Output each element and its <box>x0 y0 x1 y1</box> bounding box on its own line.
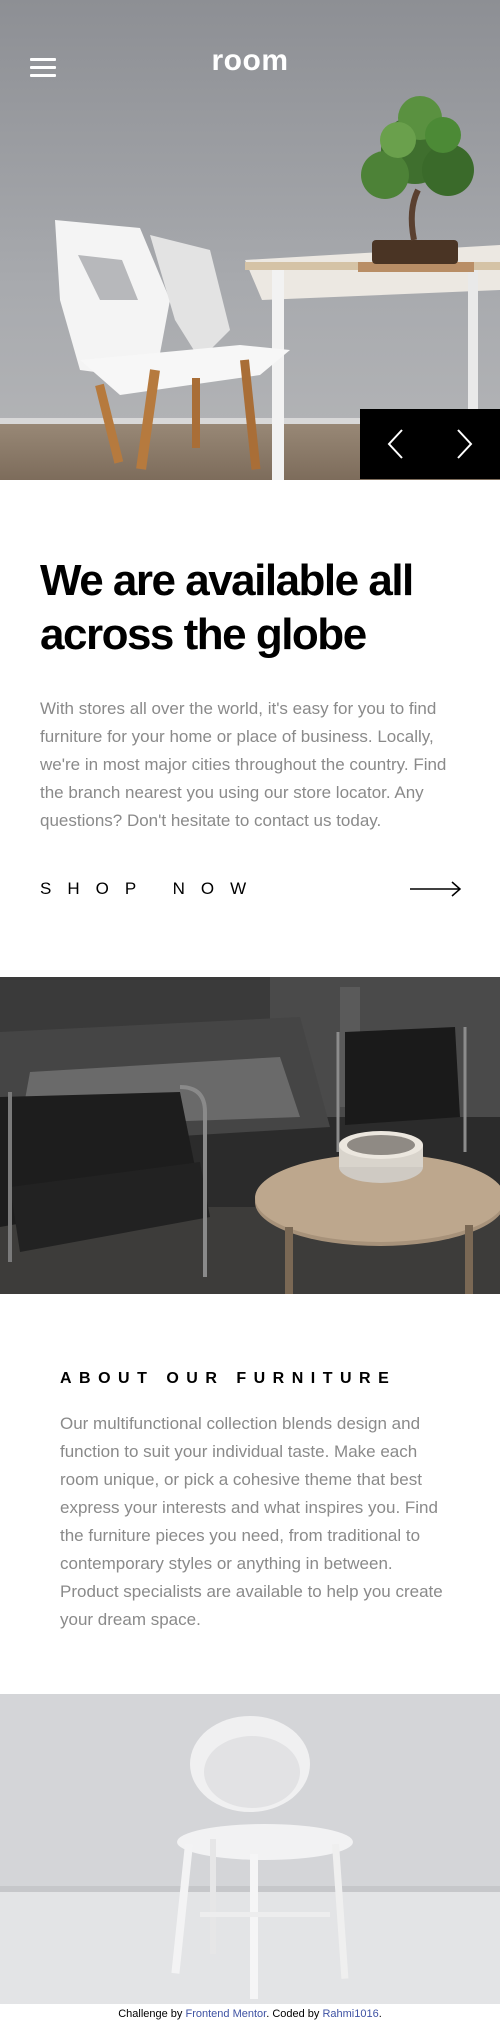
about-body: Our multifunctional collection blends de… <box>60 1414 443 1629</box>
slider-nav <box>360 409 500 479</box>
shop-now-label: SHOP NOW <box>40 879 263 898</box>
author-link[interactable]: Rahmi1016 <box>322 2008 378 2020</box>
about-heading: ABOUT OUR FURNITURE <box>60 1370 397 1387</box>
shop-now-link[interactable]: SHOP NOW <box>40 874 462 904</box>
previous-slide-button[interactable] <box>360 409 430 479</box>
chevron-left-icon <box>387 429 403 459</box>
frontend-mentor-link[interactable]: Frontend Mentor <box>185 2008 266 2020</box>
next-slide-button[interactable] <box>430 409 500 479</box>
attribution-middle: . Coded by <box>266 2008 323 2020</box>
attribution-prefix: Challenge by <box>118 2008 186 2020</box>
dark-interior-illustration <box>0 977 500 1294</box>
about-section: ABOUT OUR FURNITURE Our multifunctional … <box>0 1294 500 1694</box>
intro-body: With stores all over the world, it's eas… <box>40 699 447 830</box>
attribution-suffix: . <box>378 2008 382 2020</box>
white-chair-illustration <box>0 1694 500 2004</box>
intro-section: We are available all across the globe Wi… <box>0 480 500 977</box>
light-interior-image <box>0 1694 500 2004</box>
attribution-footer: Challenge by Frontend Mentor. Coded by R… <box>0 2004 500 2024</box>
dark-interior-image <box>0 977 500 1294</box>
chevron-right-icon <box>457 429 473 459</box>
logo[interactable]: room <box>0 44 500 78</box>
hero-section: room <box>0 0 500 480</box>
intro-heading: We are available all across the globe <box>40 556 414 659</box>
arrow-right-icon <box>410 881 462 897</box>
